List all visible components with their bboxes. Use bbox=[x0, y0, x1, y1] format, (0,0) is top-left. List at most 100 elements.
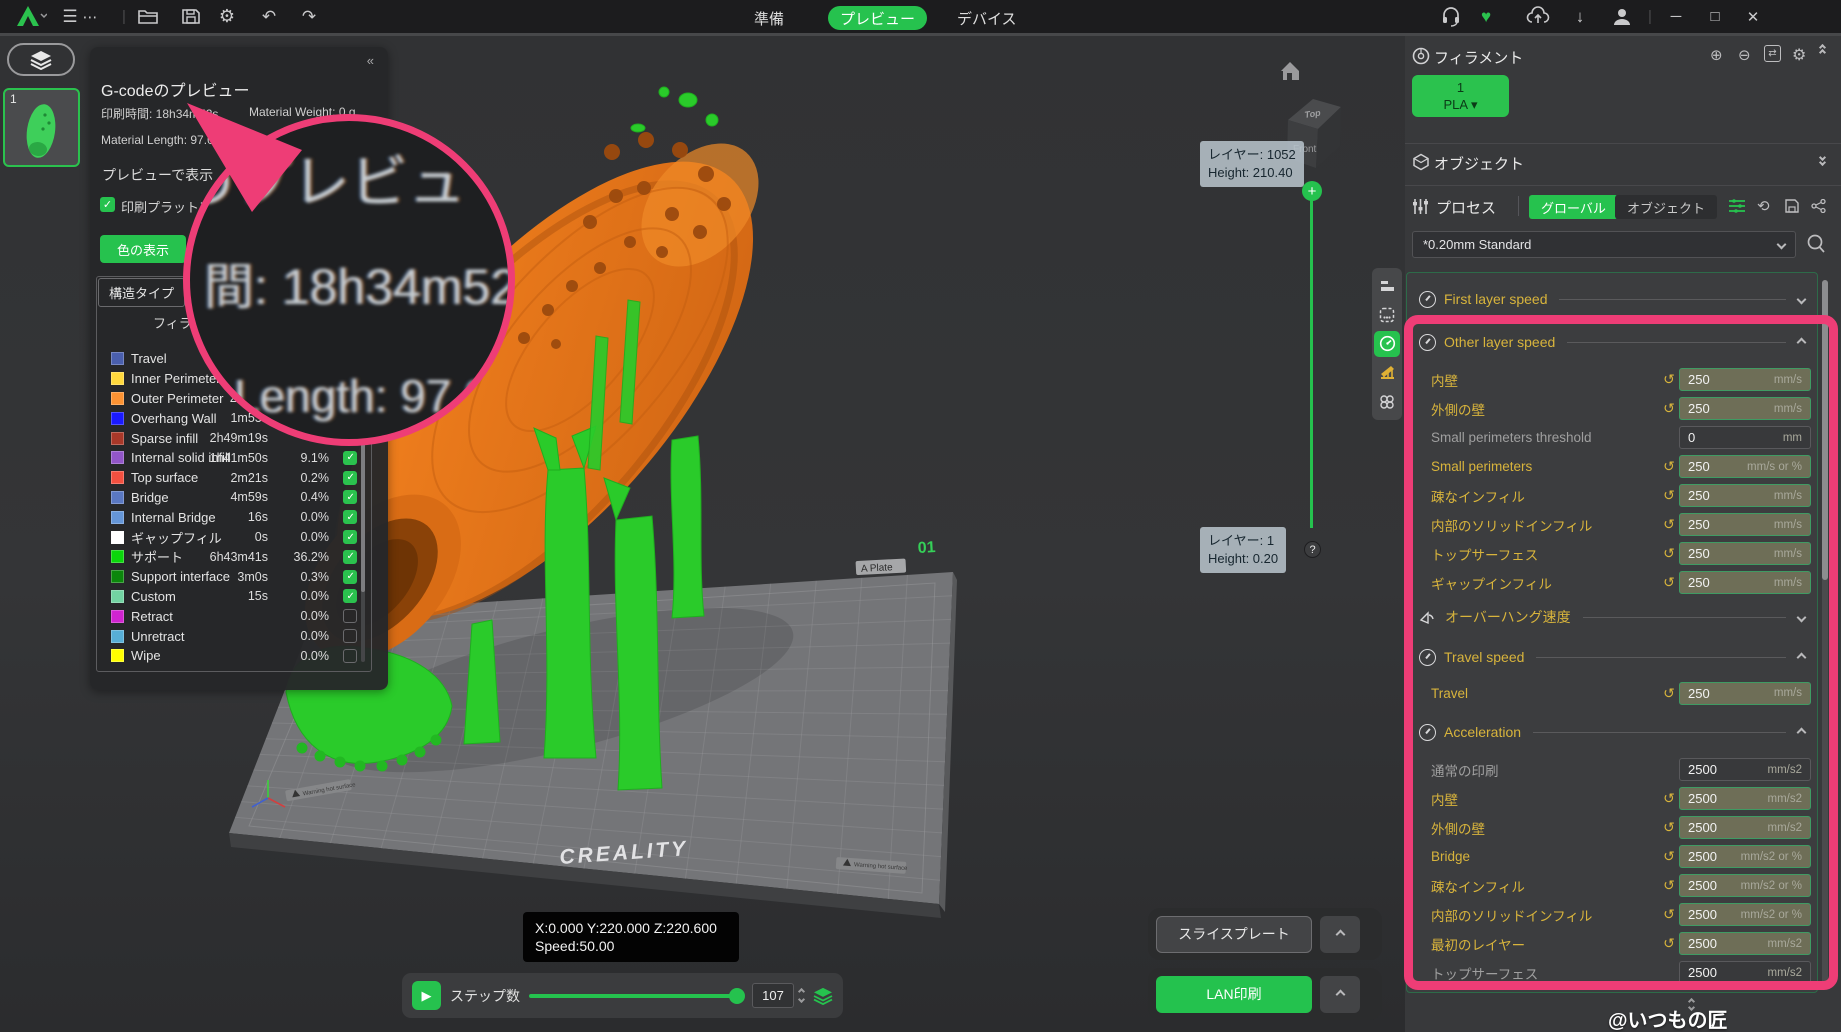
setting-input[interactable]: 2500mm/s2 bbox=[1679, 787, 1811, 810]
maximize-button[interactable]: □ bbox=[1705, 0, 1725, 33]
reset-icon[interactable]: ↺ bbox=[1659, 848, 1679, 865]
legend-checkbox[interactable] bbox=[343, 550, 357, 564]
platform-checkbox[interactable]: ✓ bbox=[100, 197, 115, 212]
legend-checkbox[interactable] bbox=[343, 570, 357, 584]
setting-input[interactable]: 2500mm/s2 or % bbox=[1679, 845, 1811, 868]
setting-input[interactable]: 250mm/s bbox=[1679, 571, 1811, 594]
minimize-button[interactable]: ─ bbox=[1666, 0, 1686, 33]
step-value-input[interactable]: 107 bbox=[752, 983, 794, 1008]
legend-row[interactable]: Custom 15s 0.0% bbox=[97, 587, 373, 607]
process-tab-object[interactable]: オブジェクト bbox=[1615, 195, 1717, 219]
category-strength-icon[interactable] bbox=[1374, 302, 1400, 328]
slice-options-caret[interactable] bbox=[1320, 916, 1360, 953]
app-logo[interactable] bbox=[13, 0, 47, 33]
step-spinner[interactable] bbox=[799, 989, 804, 1002]
search-icon[interactable] bbox=[1806, 233, 1826, 255]
redo-icon[interactable]: ↷ bbox=[297, 0, 321, 33]
legend-row[interactable]: Top surface 2m21s 0.2% bbox=[97, 468, 373, 488]
tab-prepare[interactable]: 準備 bbox=[742, 6, 796, 30]
legend-row[interactable]: Internal solid infill 1h41m50s 9.1% bbox=[97, 448, 373, 468]
legend-row[interactable]: Retract 0.0% bbox=[97, 606, 373, 626]
filament-sync-icon[interactable]: ⇄ bbox=[1764, 45, 1781, 62]
reset-icon[interactable]: ↺ bbox=[1659, 574, 1679, 591]
object-expand-icon[interactable] bbox=[1820, 155, 1825, 165]
step-slider-knob[interactable] bbox=[729, 988, 745, 1004]
filament-add-icon[interactable]: ⊕ bbox=[1710, 46, 1723, 64]
setting-input[interactable]: 2500mm/s2 bbox=[1679, 758, 1811, 781]
reset-icon[interactable]: ↺ bbox=[1659, 516, 1679, 533]
layer-slider-handle[interactable]: + bbox=[1302, 181, 1322, 201]
legend-row[interactable]: Wipe 0.0% bbox=[97, 646, 373, 666]
setting-input[interactable]: 2500mm/s2 bbox=[1679, 932, 1811, 955]
menu-more-dots[interactable]: ⋯ bbox=[82, 0, 98, 33]
reset-icon[interactable]: ↺ bbox=[1659, 545, 1679, 562]
reset-icon[interactable]: ↺ bbox=[1659, 458, 1679, 475]
setting-input[interactable]: 2500mm/s2 bbox=[1679, 961, 1811, 984]
legend-checkbox[interactable] bbox=[343, 609, 357, 623]
category-speed-icon[interactable] bbox=[1374, 331, 1400, 357]
legend-checkbox[interactable] bbox=[343, 490, 357, 504]
cloud-model-library-icon[interactable]: ♥ bbox=[1475, 0, 1497, 33]
filament-settings-icon[interactable]: ⚙ bbox=[1792, 45, 1806, 65]
setting-input[interactable]: 2500mm/s2 bbox=[1679, 816, 1811, 839]
reset-icon[interactable]: ↺ bbox=[1659, 790, 1679, 807]
filament-slot-button[interactable]: 1 PLA ▾ bbox=[1412, 75, 1509, 117]
color-scheme-button[interactable]: 色の表示 bbox=[100, 235, 186, 263]
legend-checkbox[interactable] bbox=[343, 649, 357, 663]
section-first-layer-speed[interactable]: First layer speed bbox=[1407, 279, 1817, 319]
setting-input[interactable]: 250mm/s bbox=[1679, 542, 1811, 565]
plate-thumbnail-1[interactable]: 1 bbox=[3, 88, 80, 167]
process-share-icon[interactable] bbox=[1811, 199, 1826, 213]
category-quality-icon[interactable] bbox=[1374, 273, 1400, 299]
setting-input[interactable]: 250mm/s bbox=[1679, 397, 1811, 420]
section-overhang-speed[interactable]: オーバーハング速度 bbox=[1407, 597, 1817, 637]
process-save-icon[interactable] bbox=[1785, 199, 1799, 213]
save-icon[interactable] bbox=[179, 0, 203, 33]
section-travel-speed[interactable]: Travel speed bbox=[1407, 637, 1817, 677]
process-tab-global[interactable]: グローバル bbox=[1529, 195, 1618, 219]
legend-checkbox[interactable] bbox=[343, 510, 357, 524]
setting-input[interactable]: 2500mm/s2 or % bbox=[1679, 903, 1811, 926]
legend-row[interactable]: ギャップフィル 0s 0.0% bbox=[97, 527, 373, 547]
lan-print-button[interactable]: LAN印刷 bbox=[1156, 976, 1312, 1013]
download-icon[interactable]: ↓ bbox=[1570, 0, 1590, 33]
filament-collapse-icon[interactable] bbox=[1820, 45, 1825, 55]
reset-icon[interactable]: ↺ bbox=[1659, 371, 1679, 388]
legend-row[interactable]: Support interface 3m0s 0.3% bbox=[97, 567, 373, 587]
layers-toggle-icon[interactable] bbox=[813, 987, 833, 1005]
help-icon[interactable]: ? bbox=[1304, 541, 1321, 558]
parameter-list-icon[interactable] bbox=[1729, 199, 1745, 213]
main-menu-button[interactable]: ☰ bbox=[55, 0, 85, 33]
setting-input[interactable]: 0mm bbox=[1679, 426, 1811, 449]
reset-icon[interactable]: ↺ bbox=[1659, 935, 1679, 952]
undo-icon[interactable]: ↶ bbox=[257, 0, 281, 33]
legend-checkbox[interactable] bbox=[343, 629, 357, 643]
close-button[interactable]: ✕ bbox=[1743, 0, 1763, 33]
reset-icon[interactable]: ↺ bbox=[1659, 685, 1679, 702]
setting-input[interactable]: 250mm/s bbox=[1679, 682, 1811, 705]
tab-preview[interactable]: プレビュー bbox=[828, 6, 927, 30]
step-slider[interactable] bbox=[529, 994, 743, 998]
panel-collapse-icon[interactable]: « bbox=[367, 53, 374, 68]
process-preset-dropdown[interactable]: *0.20mm Standard bbox=[1412, 231, 1796, 258]
plate-list-toggle[interactable] bbox=[7, 43, 75, 76]
reset-icon[interactable]: ↺ bbox=[1659, 877, 1679, 894]
legend-checkbox[interactable] bbox=[343, 530, 357, 544]
tab-structure-type[interactable]: 構造タイプ bbox=[98, 278, 185, 307]
support-headset-icon[interactable] bbox=[1440, 0, 1462, 33]
user-account-icon[interactable] bbox=[1611, 0, 1633, 33]
legend-row[interactable]: Bridge 4m59s 0.4% bbox=[97, 488, 373, 508]
legend-checkbox[interactable] bbox=[343, 589, 357, 603]
legend-row[interactable]: Internal Bridge 16s 0.0% bbox=[97, 507, 373, 527]
reset-icon[interactable]: ↺ bbox=[1659, 400, 1679, 417]
legend-checkbox[interactable] bbox=[343, 451, 357, 465]
play-button[interactable]: ▶ bbox=[412, 981, 441, 1010]
reset-icon[interactable]: ↺ bbox=[1659, 906, 1679, 923]
category-others-icon[interactable] bbox=[1374, 389, 1400, 415]
category-support-icon[interactable] bbox=[1374, 360, 1400, 386]
tab-device[interactable]: デバイス bbox=[945, 6, 1029, 30]
section-other-layer-speed[interactable]: Other layer speed bbox=[1407, 319, 1817, 365]
reset-icon[interactable]: ↺ bbox=[1659, 819, 1679, 836]
setting-input[interactable]: 250mm/s bbox=[1679, 368, 1811, 391]
legend-row[interactable]: Unretract 0.0% bbox=[97, 626, 373, 646]
